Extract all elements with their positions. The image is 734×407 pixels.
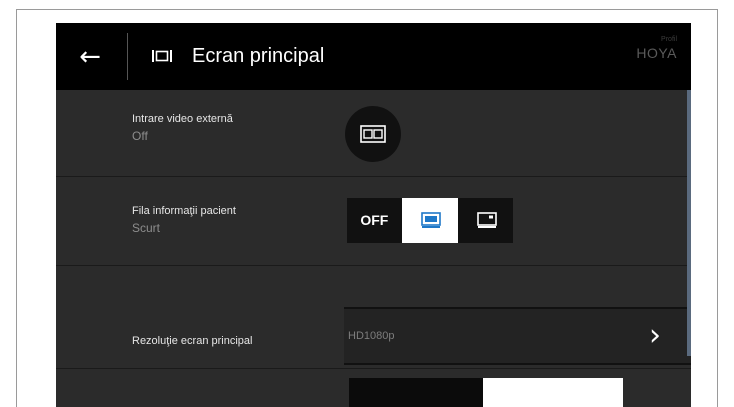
external-video-toggle-button[interactable] — [345, 106, 401, 162]
setting-external-video-input: Intrare video externă Off — [56, 90, 691, 177]
setting-value: Off — [132, 129, 148, 143]
profile-label: Profil — [661, 36, 677, 43]
setting-value: Scurt — [132, 221, 161, 235]
main-screen-settings-panel: ← Ecran principal Profil HOYA Intrare vi… — [56, 23, 691, 407]
resolution-selector[interactable]: HD1080p › — [344, 307, 691, 365]
header-bar: ← Ecran principal Profil HOYA — [56, 23, 691, 90]
chevron-right-icon: › — [649, 318, 661, 353]
option-full-button[interactable] — [458, 198, 513, 243]
resolution-value: HD1080p — [348, 330, 395, 342]
patient-info-full-icon — [477, 212, 498, 228]
setting-label: Intrare video externă — [132, 113, 233, 125]
scrollbar[interactable] — [687, 90, 691, 356]
setting-label: Fila informaţii pacient — [132, 205, 236, 217]
option-off-button[interactable]: OFF — [347, 198, 402, 243]
partial-option[interactable] — [349, 378, 483, 407]
option-short-button[interactable] — [401, 198, 459, 243]
page-title: Ecran principal — [192, 45, 325, 67]
setting-main-screen-resolution: Rezoluţie ecran principal HD1080p › — [56, 266, 691, 369]
setting-row-partial — [56, 369, 691, 407]
patient-info-short-icon — [420, 212, 441, 228]
brand-logo: Profil HOYA — [636, 35, 677, 62]
setting-patient-info-tab: Fila informaţii pacient Scurt OFF — [56, 177, 691, 266]
dual-screen-icon — [360, 125, 386, 143]
arrow-left-icon: ← — [79, 42, 101, 72]
setting-label: Rezoluţie ecran principal — [132, 335, 253, 347]
monitor-icon — [152, 50, 172, 62]
partial-option-selected[interactable] — [483, 378, 623, 407]
patient-info-segmented-control: OFF — [347, 198, 513, 243]
header-divider — [127, 33, 128, 80]
back-button[interactable]: ← — [70, 40, 110, 74]
brand-name: HOYA — [636, 45, 677, 61]
